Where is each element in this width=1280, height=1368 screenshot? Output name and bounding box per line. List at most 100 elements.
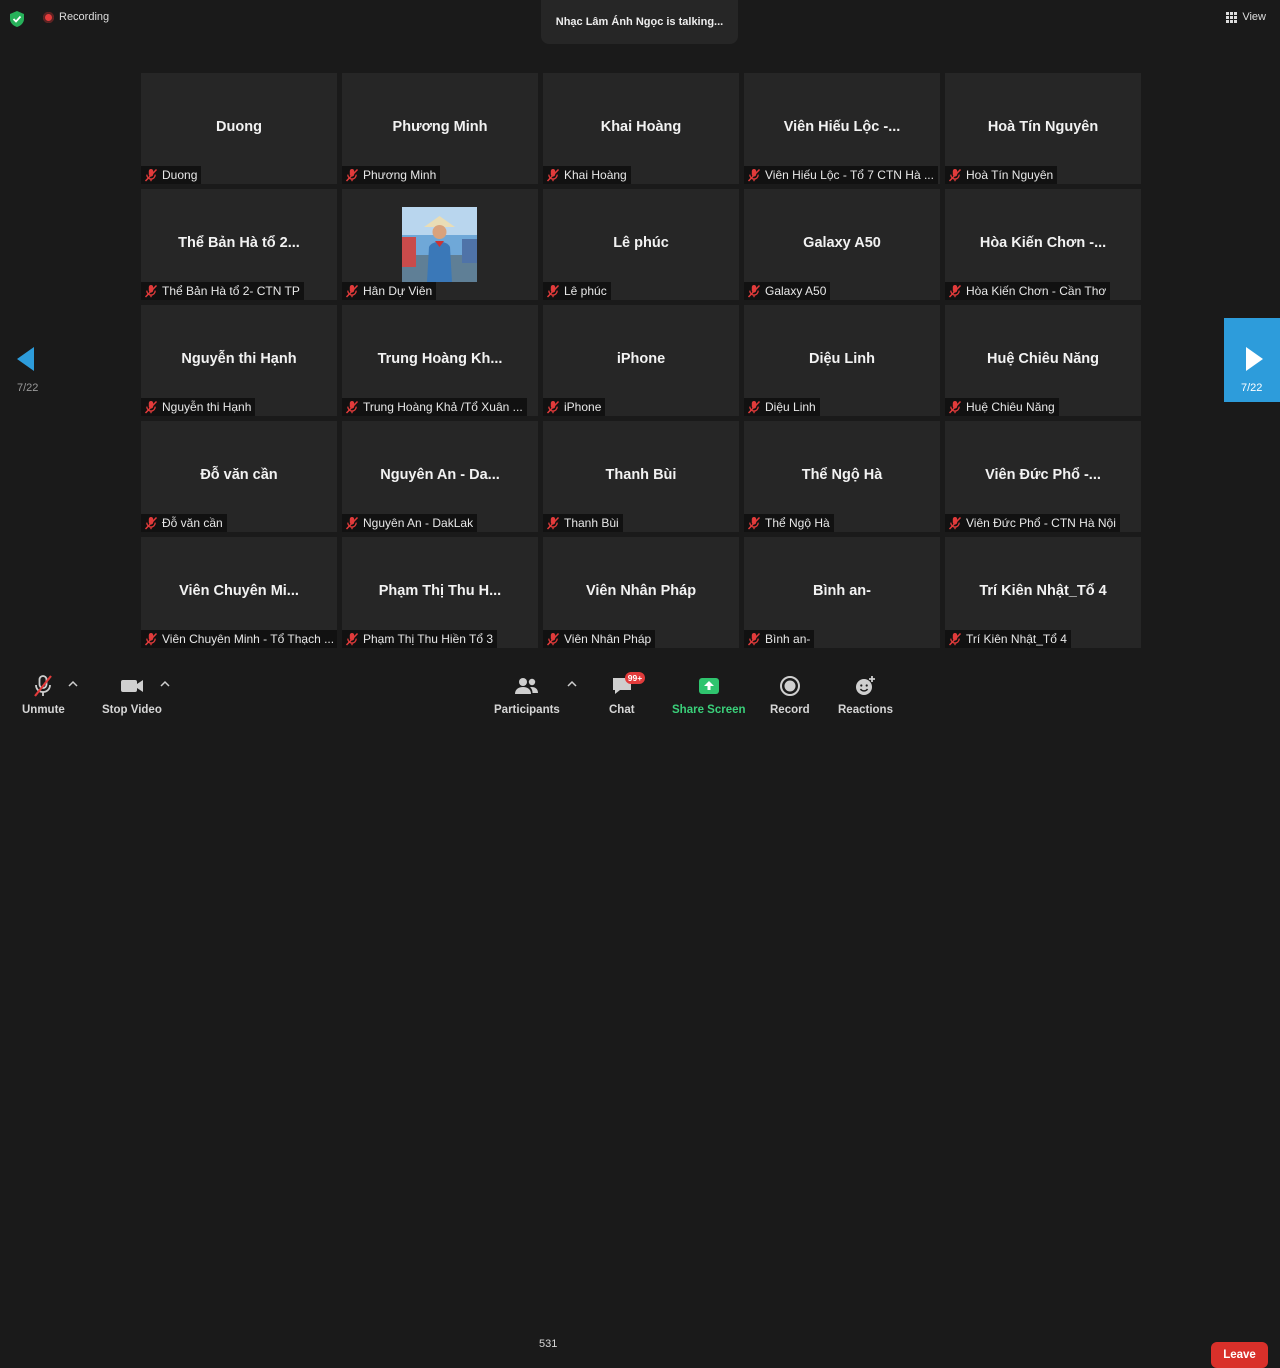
mic-muted-icon: [144, 168, 158, 182]
view-button[interactable]: View: [1226, 11, 1266, 23]
recording-icon: [43, 11, 54, 23]
page-indicator-right: 7/22: [1241, 382, 1263, 394]
participant-name-text: Duong: [162, 168, 198, 182]
participant-name-text: Galaxy A50: [765, 284, 827, 298]
chat-unread-badge: 99+: [624, 672, 646, 684]
participant-name-text: Bình an-: [765, 632, 811, 646]
unmute-button[interactable]: Unmute: [22, 674, 65, 716]
participant-tile[interactable]: Duong Duong: [141, 73, 337, 184]
participant-display-name: Duong: [216, 119, 262, 135]
participant-tile[interactable]: Galaxy A50 Galaxy A50: [744, 189, 940, 300]
participants-options-caret-icon[interactable]: [567, 680, 577, 688]
participant-display-name: Nguyễn thi Hạnh: [181, 351, 297, 367]
mic-muted-icon: [144, 516, 158, 530]
participant-name-label: Nguyễn thi Hạnh: [141, 398, 256, 416]
participant-tile[interactable]: Đỗ văn cần Đỗ văn cần: [141, 421, 337, 532]
stop-video-button[interactable]: Stop Video: [102, 674, 162, 716]
participant-tile[interactable]: Phương Minh Phương Minh: [342, 73, 538, 184]
record-button[interactable]: Record: [770, 674, 810, 716]
participant-tile[interactable]: Khai Hoàng Khai Hoàng: [543, 73, 739, 184]
mic-muted-icon: [948, 284, 962, 298]
mic-muted-icon: [144, 284, 158, 298]
share-screen-button[interactable]: Share Screen: [672, 674, 746, 716]
participant-tile[interactable]: Nguyên An - Da... Nguyên An - DakLak: [342, 421, 538, 532]
participant-display-name: Viên Chuyên Mi...: [179, 583, 299, 599]
video-options-caret-icon[interactable]: [160, 680, 170, 688]
active-speaker-banner: Nhạc Lâm Ánh Ngọc is talking...: [541, 0, 738, 44]
participants-button[interactable]: Participants: [494, 674, 560, 716]
participant-display-name: Phương Minh: [392, 119, 488, 135]
participant-tile[interactable]: Bình an- Bình an-: [744, 537, 940, 648]
participant-display-name: Viên Hiếu Lộc -...: [783, 119, 901, 135]
reactions-button[interactable]: Reactions: [838, 674, 893, 716]
participants-label: Participants: [494, 704, 560, 716]
mic-muted-icon: [948, 516, 962, 530]
participant-tile[interactable]: Viên Chuyên Mi... Viên Chuyên Minh - Tổ T…: [141, 537, 337, 648]
unmute-label: Unmute: [22, 704, 65, 716]
page-indicator-left: 7/22: [17, 382, 39, 394]
participant-tile[interactable]: Diệu Linh Diệu Linh: [744, 305, 940, 416]
participant-tile[interactable]: Viên Đức Phổ -... Viên Đức Phổ - CTN Hà N…: [945, 421, 1141, 532]
audio-options-caret-icon[interactable]: [68, 680, 78, 688]
next-page-button[interactable]: 7/22: [1224, 318, 1280, 402]
participant-name-label: Huệ Chiêu Năng: [945, 398, 1059, 416]
participant-tile[interactable]: Viên Hiếu Lộc -... Viên Hiếu Lộc - Tổ 7 C…: [744, 73, 940, 184]
mic-muted-icon: [546, 516, 560, 530]
participant-name-label: Đỗ văn cần: [141, 514, 227, 532]
participant-tile[interactable]: Thể Bản Hà tổ 2... Thể Bản Hà tổ 2- CTN T…: [141, 189, 337, 300]
participant-name-label: Thể Bản Hà tổ 2- CTN TP: [141, 282, 304, 300]
mic-muted-icon: [747, 168, 761, 182]
participant-tile[interactable]: Nguyễn thi Hạnh Nguyễn thi Hạnh: [141, 305, 337, 416]
previous-page-button[interactable]: 7/22: [0, 318, 56, 402]
participant-name-text: Phạm Thị Thu Hiền Tổ 3: [363, 632, 494, 646]
participant-tile[interactable]: Hòa Kiến Chơn -... Hòa Kiến Chơn - Cần Th…: [945, 189, 1141, 300]
participant-name-text: Viên Nhân Pháp: [564, 632, 652, 646]
chat-button[interactable]: 99+ Chat: [609, 672, 646, 716]
participant-name-text: Thanh Bùi: [564, 516, 619, 530]
share-screen-label: Share Screen: [672, 704, 746, 716]
participant-name-text: Diệu Linh: [765, 400, 816, 414]
participant-tile[interactable]: Phạm Thị Thu H... Phạm Thị Thu Hiền Tổ 3: [342, 537, 538, 648]
participant-tile[interactable]: Viên Nhân Pháp Viên Nhân Pháp: [543, 537, 739, 648]
participant-name-label: Lê phúc: [543, 282, 611, 300]
participants-count: 531: [539, 1338, 558, 1350]
participant-name-label: Trí Kiên Nhật_Tổ 4: [945, 630, 1071, 648]
participant-name-text: Nguyễn thi Hạnh: [162, 400, 252, 414]
participant-name-text: Thể Ngộ Hà: [765, 516, 830, 530]
record-icon: [779, 676, 800, 696]
mic-muted-icon: [144, 400, 158, 414]
participant-tile[interactable]: Thể Ngộ Hà Thể Ngộ Hà: [744, 421, 940, 532]
participant-name-text: Viên Đức Phổ - CTN Hà Nội: [966, 516, 1116, 530]
mic-muted-icon: [345, 168, 359, 182]
participant-name-text: Lê phúc: [564, 284, 607, 298]
meeting-toolbar: Unmute Stop Video Participants 531 99+ C…: [0, 660, 1280, 1368]
participant-name-text: Hòa Kiến Chơn - Cần Thơ: [966, 284, 1107, 298]
leave-button[interactable]: Leave: [1211, 1342, 1268, 1368]
participant-tile[interactable]: iPhone iPhone: [543, 305, 739, 416]
mic-muted-icon: [546, 168, 560, 182]
participant-tile[interactable]: Lê phúc Lê phúc: [543, 189, 739, 300]
participant-tile[interactable]: Trung Hoàng Kh... Trung Hoàng Khả /Tổ Xuâ…: [342, 305, 538, 416]
grid-view-icon: [1226, 11, 1238, 23]
participant-display-name: Đỗ văn cần: [200, 467, 278, 483]
participant-tile[interactable]: Huệ Chiêu Năng Huệ Chiêu Năng: [945, 305, 1141, 416]
participant-tile[interactable]: Thanh Bùi Thanh Bùi: [543, 421, 739, 532]
participant-photo: [402, 207, 477, 282]
participant-display-name: Khai Hoàng: [600, 119, 682, 135]
participant-display-name: Galaxy A50: [803, 235, 881, 251]
recording-indicator[interactable]: Recording: [43, 11, 109, 23]
participant-tile[interactable]: Trí Kiên Nhật_Tổ 4 Trí Kiên Nhật_Tổ 4: [945, 537, 1141, 648]
participant-tile[interactable]: Hân Dự Viên: [342, 189, 538, 300]
participant-name-label: Trung Hoàng Khả /Tổ Xuân ...: [342, 398, 527, 416]
participant-name-text: Trung Hoàng Khả /Tổ Xuân ...: [363, 400, 523, 414]
security-shield-icon[interactable]: [8, 10, 26, 28]
mic-muted-icon: [345, 284, 359, 298]
participant-tile[interactable]: Hoà Tín Nguyên Hoà Tín Nguyên: [945, 73, 1141, 184]
participant-name-label: Thể Ngộ Hà: [744, 514, 834, 532]
mic-muted-icon: [144, 632, 158, 646]
participant-name-text: Đỗ văn cần: [162, 516, 223, 530]
view-label: View: [1242, 11, 1266, 23]
participant-name-label: Nguyên An - DakLak: [342, 514, 478, 532]
participant-name-text: Trí Kiên Nhật_Tổ 4: [966, 632, 1067, 646]
participant-name-label: Duong: [141, 166, 202, 184]
